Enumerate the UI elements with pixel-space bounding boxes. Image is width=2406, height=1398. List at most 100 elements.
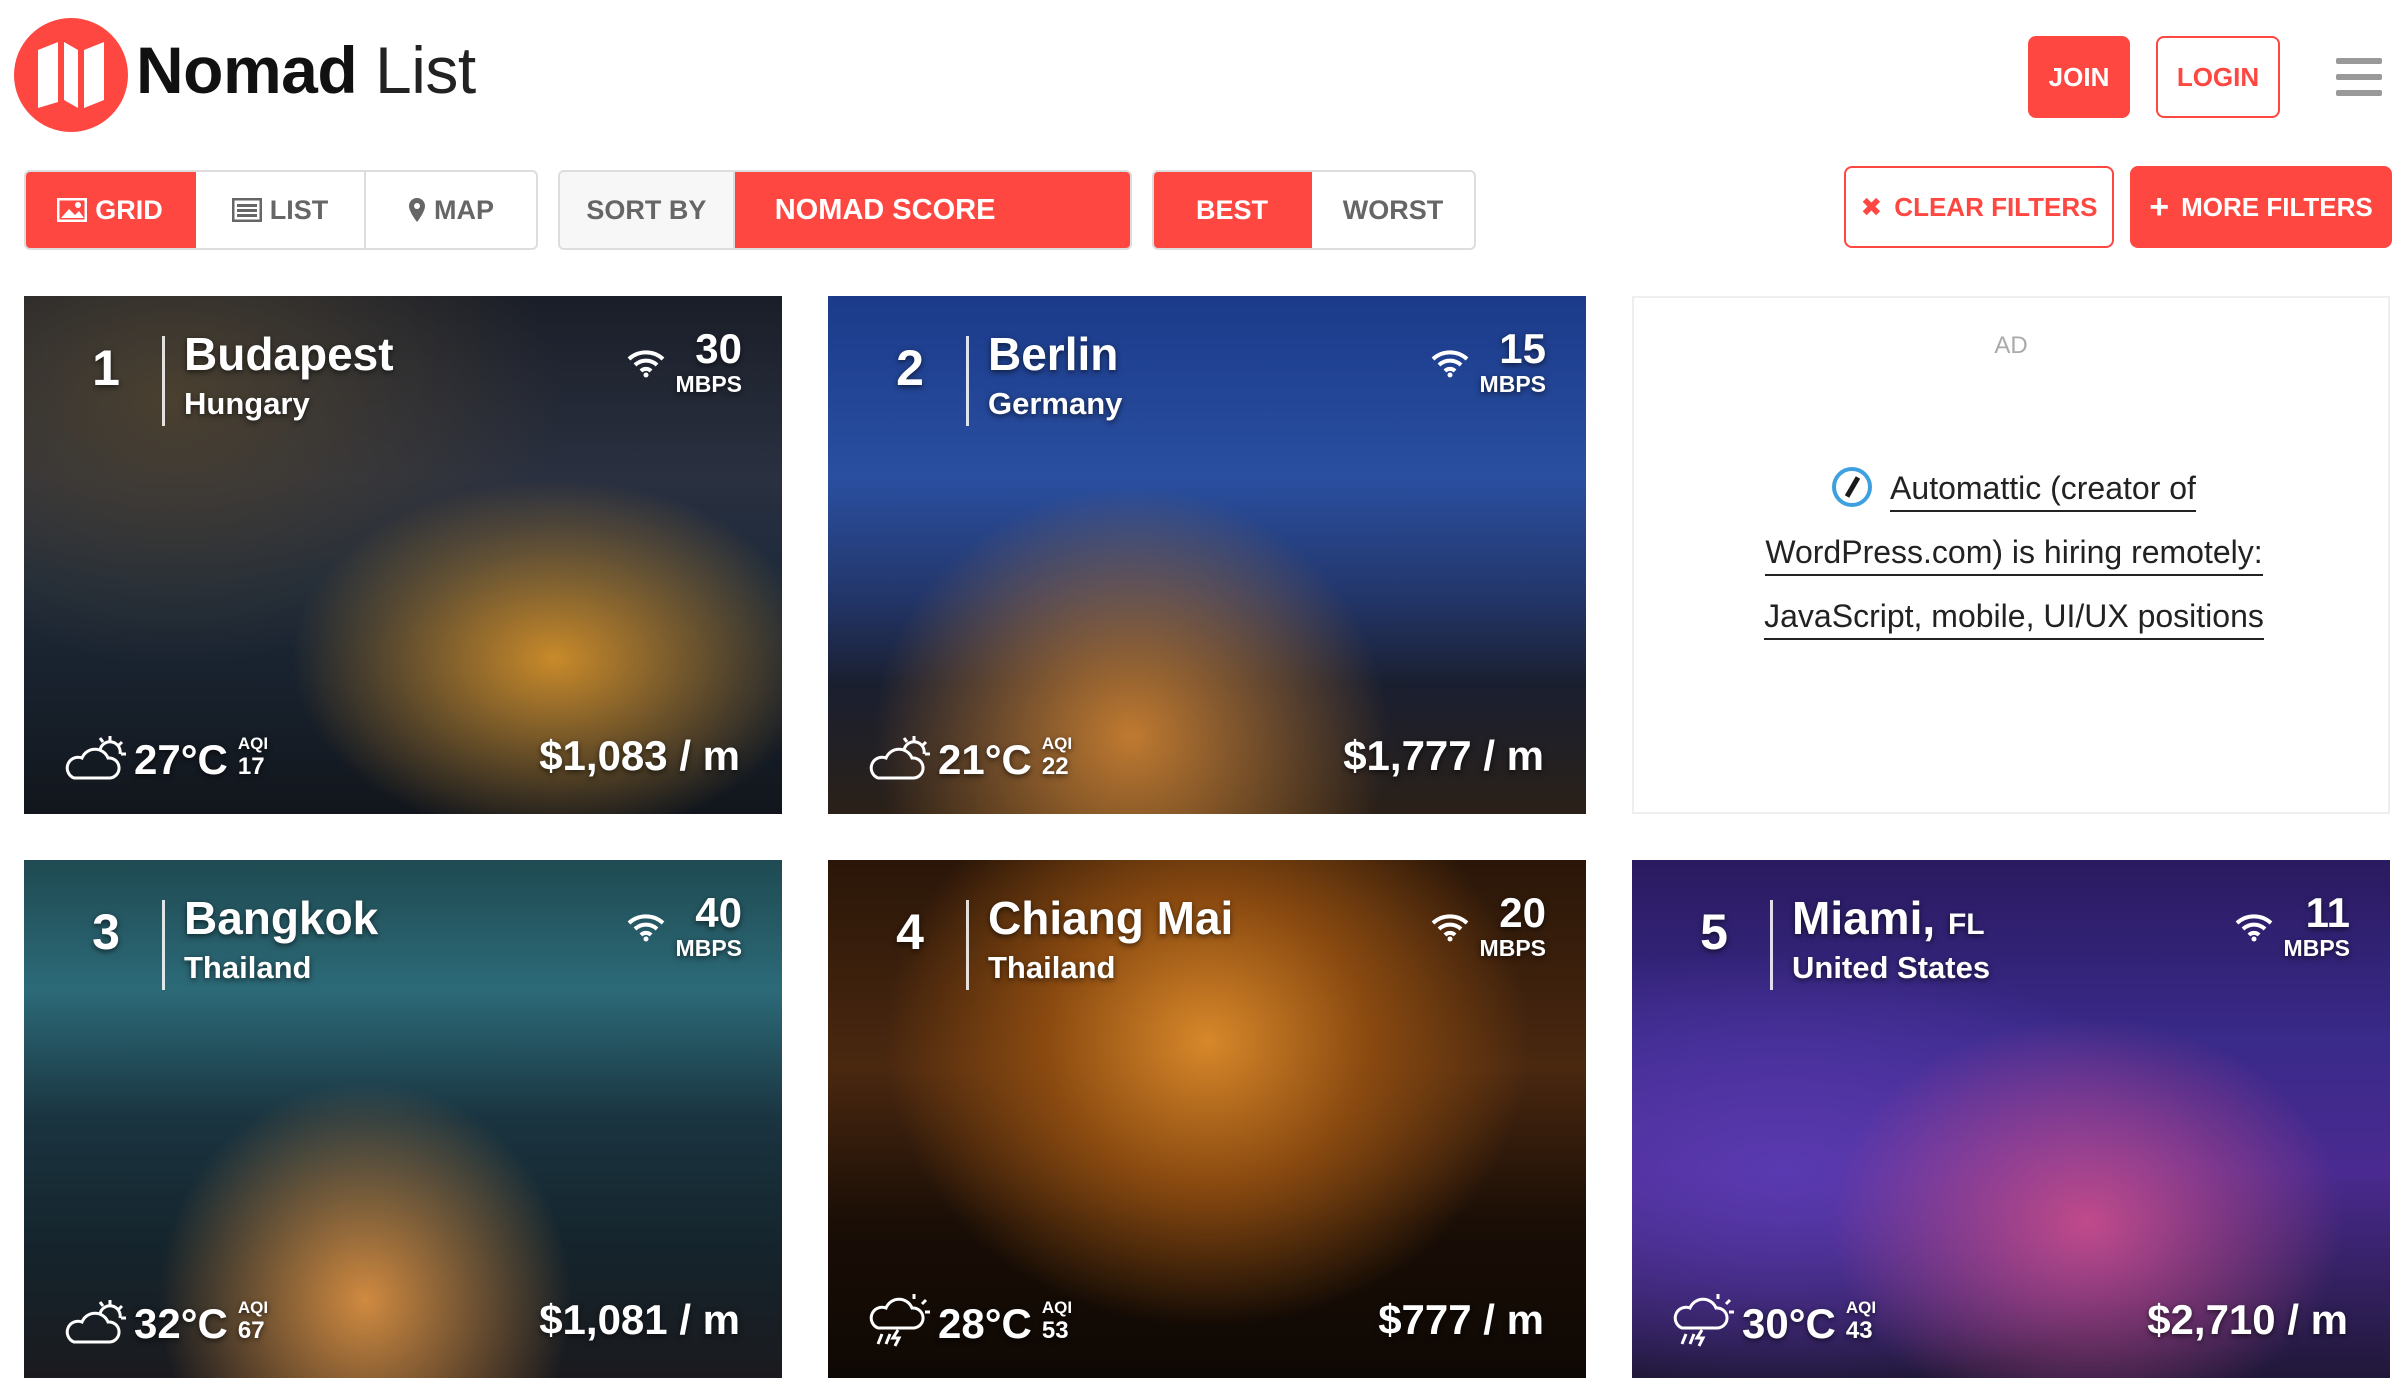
list-icon bbox=[231, 198, 262, 222]
city-name-text: Miami, bbox=[1792, 892, 1936, 944]
city-rank: 1 bbox=[92, 340, 120, 396]
speed-value: 20 bbox=[1499, 889, 1546, 936]
brand-name[interactable]: Nomad List bbox=[136, 30, 476, 110]
air-quality: AQI 22 bbox=[1042, 734, 1072, 780]
map-pin-icon bbox=[409, 198, 425, 222]
join-button[interactable]: JOIN bbox=[2028, 36, 2130, 118]
cost-of-living: $1,081 / m bbox=[539, 1296, 740, 1343]
speed-value: 15 bbox=[1499, 325, 1546, 372]
air-quality: AQI 17 bbox=[238, 734, 268, 780]
ad-line-3[interactable]: JavaScript, mobile, UI/UX positions bbox=[1764, 598, 2264, 640]
plus-icon: + bbox=[2149, 188, 2170, 226]
weather: 28°C AQI 53 bbox=[868, 1292, 1072, 1348]
clear-filters-button[interactable]: ✖ CLEAR FILTERS bbox=[1844, 166, 2114, 248]
internet-speed: 40 MBPS bbox=[626, 890, 742, 960]
nomad-list-logo-icon[interactable] bbox=[14, 18, 128, 132]
best-button[interactable]: BEST bbox=[1154, 172, 1313, 248]
internet-speed: 15 MBPS bbox=[1430, 326, 1546, 396]
temperature: 27°C bbox=[134, 736, 228, 783]
brand-name-light: List bbox=[375, 33, 476, 107]
city-name: Berlin bbox=[988, 326, 1118, 389]
tab-grid[interactable]: GRID bbox=[26, 172, 196, 248]
city-name-text: Budapest bbox=[184, 328, 394, 380]
city-country: United States bbox=[1792, 950, 1991, 985]
city-card[interactable]: 5 Miami, FL United States 11 MBPS 30°C AQ… bbox=[1632, 860, 2390, 1378]
city-card[interactable]: 2 Berlin Germany 15 MBPS 21°C AQI 22 $1,77… bbox=[828, 296, 1586, 814]
order-toggle: BEST WORST bbox=[1152, 170, 1476, 250]
city-name: Budapest bbox=[184, 326, 394, 389]
city-rank: 4 bbox=[896, 904, 924, 960]
city-state: FL bbox=[1947, 908, 1985, 941]
cost-of-living: $2,710 / m bbox=[2147, 1296, 2348, 1343]
aqi-value: 43 bbox=[1845, 1317, 1873, 1344]
top-bar: Nomad List JOIN LOGIN bbox=[0, 0, 2406, 150]
aqi-value: 22 bbox=[1041, 753, 1069, 780]
ad-line-2[interactable]: WordPress.com) is hiring remotely: bbox=[1765, 534, 2263, 576]
city-name-text: Berlin bbox=[988, 328, 1119, 380]
city-name-text: Bangkok bbox=[184, 892, 379, 944]
weather: 27°C AQI 17 bbox=[64, 732, 268, 784]
aqi-value: 53 bbox=[1041, 1317, 1069, 1344]
aqi-value: 17 bbox=[237, 753, 265, 780]
divider bbox=[966, 336, 969, 426]
tab-map[interactable]: MAP bbox=[366, 172, 536, 248]
ad-box[interactable]: AD Automattic (creator of WordPress.com)… bbox=[1632, 296, 2390, 814]
speed-value: 40 bbox=[695, 889, 742, 936]
aqi-value: 67 bbox=[237, 1317, 265, 1344]
city-card[interactable]: 1 Budapest Hungary 30 MBPS 27°C AQI 17 $1,… bbox=[24, 296, 782, 814]
login-button[interactable]: LOGIN bbox=[2156, 36, 2280, 118]
city-rank: 5 bbox=[1700, 904, 1728, 960]
speed-unit: MBPS bbox=[2283, 935, 2350, 961]
city-name: Bangkok bbox=[184, 890, 378, 953]
ad-text[interactable]: Automattic (creator of WordPress.com) is… bbox=[1744, 456, 2284, 648]
sun-cloud-icon bbox=[65, 736, 126, 780]
speed-value: 30 bbox=[695, 325, 742, 372]
thunderstorm-icon bbox=[869, 1294, 930, 1347]
temperature: 28°C bbox=[938, 1300, 1032, 1347]
wordpress-icon bbox=[1832, 466, 1873, 507]
more-filters-button[interactable]: + MORE FILTERS bbox=[2130, 166, 2392, 248]
aqi-label: AQI bbox=[1041, 734, 1073, 753]
city-country: Hungary bbox=[184, 386, 310, 421]
speed-unit: MBPS bbox=[675, 371, 742, 397]
image-icon bbox=[57, 198, 88, 222]
sun-cloud-icon bbox=[65, 1300, 126, 1344]
air-quality: AQI 67 bbox=[238, 1298, 268, 1344]
cost-of-living: $777 / m bbox=[1378, 1296, 1544, 1343]
city-country: Thailand bbox=[184, 950, 312, 985]
close-icon: ✖ bbox=[1860, 191, 1883, 222]
menu-icon[interactable] bbox=[2336, 58, 2382, 96]
speed-unit: MBPS bbox=[675, 935, 742, 961]
internet-speed: 30 MBPS bbox=[626, 326, 742, 396]
city-name: Chiang Mai bbox=[988, 890, 1233, 953]
ad-label: AD bbox=[1994, 332, 2028, 359]
aqi-label: AQI bbox=[237, 1298, 269, 1317]
internet-speed: 20 MBPS bbox=[1430, 890, 1546, 960]
divider bbox=[1770, 900, 1773, 990]
aqi-label: AQI bbox=[237, 734, 269, 753]
sort-by-label: SORT BY bbox=[560, 172, 735, 248]
temperature: 30°C bbox=[1742, 1300, 1836, 1347]
divider bbox=[966, 900, 969, 990]
city-card[interactable]: 4 Chiang Mai Thailand 20 MBPS 28°C AQI 53 … bbox=[828, 860, 1586, 1378]
city-rank: 2 bbox=[896, 340, 924, 396]
air-quality: AQI 43 bbox=[1846, 1298, 1876, 1344]
tab-grid-label: GRID bbox=[95, 194, 163, 225]
brand-name-bold: Nomad bbox=[136, 33, 358, 107]
tab-list-label: LIST bbox=[269, 194, 329, 225]
clear-filters-label: CLEAR FILTERS bbox=[1894, 191, 2098, 222]
aqi-label: AQI bbox=[1845, 1298, 1877, 1317]
weather: 30°C AQI 43 bbox=[1672, 1292, 1876, 1348]
city-name: Miami, FL bbox=[1792, 890, 1985, 953]
ad-line-1[interactable]: Automattic (creator of bbox=[1890, 470, 2196, 512]
temperature: 32°C bbox=[134, 1300, 228, 1347]
sort-select[interactable]: NOMAD SCORE bbox=[734, 172, 1130, 248]
speed-unit: MBPS bbox=[1479, 935, 1546, 961]
internet-speed: 11 MBPS bbox=[2234, 890, 2350, 960]
wifi-icon bbox=[627, 914, 664, 942]
thunderstorm-icon bbox=[1673, 1294, 1734, 1347]
city-card[interactable]: 3 Bangkok Thailand 40 MBPS 32°C AQI 67 $1,… bbox=[24, 860, 782, 1378]
worst-button[interactable]: WORST bbox=[1312, 172, 1474, 248]
tab-list[interactable]: LIST bbox=[196, 172, 366, 248]
temperature: 21°C bbox=[938, 736, 1032, 783]
